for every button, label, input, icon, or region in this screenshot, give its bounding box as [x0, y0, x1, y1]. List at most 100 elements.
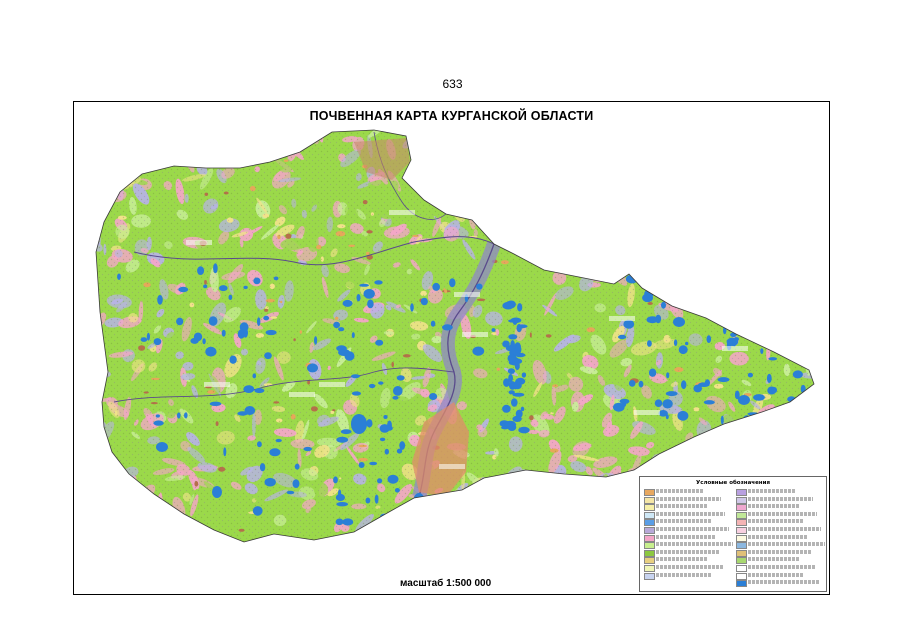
lake [351, 332, 355, 339]
soil-patch [587, 524, 596, 540]
lake [472, 346, 485, 356]
soil-patch [466, 130, 481, 133]
lake [744, 318, 750, 325]
lake [512, 392, 525, 397]
soil-patch [608, 496, 620, 501]
lake [654, 399, 663, 408]
legend-right-item [736, 488, 826, 496]
lake [275, 438, 282, 443]
soil-patch [151, 517, 159, 521]
soil-patch [744, 158, 753, 169]
soil-patch [652, 268, 667, 285]
lake [368, 383, 376, 389]
settlement-label [289, 392, 315, 397]
soil-patch [784, 313, 806, 329]
soil-patch [742, 216, 754, 223]
soil-patch [543, 211, 555, 223]
soil-patch [755, 230, 766, 234]
soil-patch [480, 498, 493, 515]
soil-patch [596, 130, 603, 135]
soil-patch [96, 413, 104, 423]
lake [203, 284, 208, 289]
lake [502, 301, 514, 310]
soil-patch [600, 528, 622, 542]
lake [430, 320, 436, 327]
soil-patch [676, 248, 691, 264]
lake [257, 317, 261, 326]
lake [273, 276, 279, 281]
soil-patch [133, 500, 137, 503]
legend-left-item [644, 534, 734, 542]
lake [766, 373, 772, 383]
lake [264, 352, 272, 360]
lake [521, 372, 527, 378]
soil-patch [781, 423, 803, 434]
soil-patch [610, 488, 632, 503]
soil-patch [116, 130, 124, 137]
soil-patch [773, 144, 782, 161]
soil-patch [488, 511, 496, 520]
soil-patch [662, 165, 671, 170]
soil-patch [689, 161, 695, 165]
lake [792, 370, 803, 379]
soil-patch [96, 474, 101, 486]
lake [726, 337, 739, 346]
lake [348, 536, 359, 542]
soil-patch [531, 511, 547, 533]
soil-patch [687, 287, 693, 299]
lake [751, 314, 761, 324]
soil-patch [423, 154, 439, 166]
soil-patch [736, 246, 744, 250]
legend-right-item [736, 518, 826, 527]
lake [661, 301, 666, 309]
legend-left-item [644, 511, 734, 519]
lake [393, 386, 403, 396]
legend-label [748, 534, 808, 539]
legend-label [748, 489, 796, 493]
legend-right-item [736, 511, 826, 519]
lake [449, 278, 456, 288]
soil-patch [535, 520, 557, 537]
soil-patch [454, 530, 462, 542]
lake [336, 436, 349, 443]
soil-patch [780, 168, 790, 172]
lake [429, 393, 438, 400]
soil-patch [778, 182, 787, 191]
lake [399, 441, 406, 450]
soil-patch [752, 152, 769, 167]
soil-patch [586, 171, 606, 191]
soil-patch [96, 508, 103, 526]
soil-patch [585, 130, 605, 147]
soil-patch [796, 256, 812, 269]
lake [384, 448, 389, 455]
soil-patch [694, 256, 702, 263]
lake [646, 316, 659, 324]
soil-patch [417, 519, 423, 533]
soil-patch [638, 271, 646, 284]
lake [804, 341, 812, 347]
soil-patch [471, 511, 483, 526]
legend-left-item [644, 503, 734, 512]
lake [140, 337, 148, 342]
soil-patch [774, 254, 785, 269]
lake [209, 401, 222, 406]
lake [336, 502, 349, 507]
soil-patch [753, 174, 776, 182]
legend-right-item [736, 496, 826, 504]
soil-patch [711, 308, 731, 320]
soil-patch [527, 207, 542, 231]
lake [520, 406, 525, 412]
soil-patch [640, 188, 664, 206]
legend-left-item [644, 496, 734, 504]
soil-patch [96, 318, 98, 334]
lake [146, 332, 150, 341]
lake [351, 374, 360, 379]
soil-patch [721, 130, 747, 137]
lake [747, 372, 754, 378]
soil-patch [809, 154, 814, 163]
soil-patch [606, 517, 631, 532]
legend-label [656, 526, 729, 531]
lake [219, 285, 228, 292]
lake [502, 340, 510, 348]
lake [741, 330, 749, 337]
